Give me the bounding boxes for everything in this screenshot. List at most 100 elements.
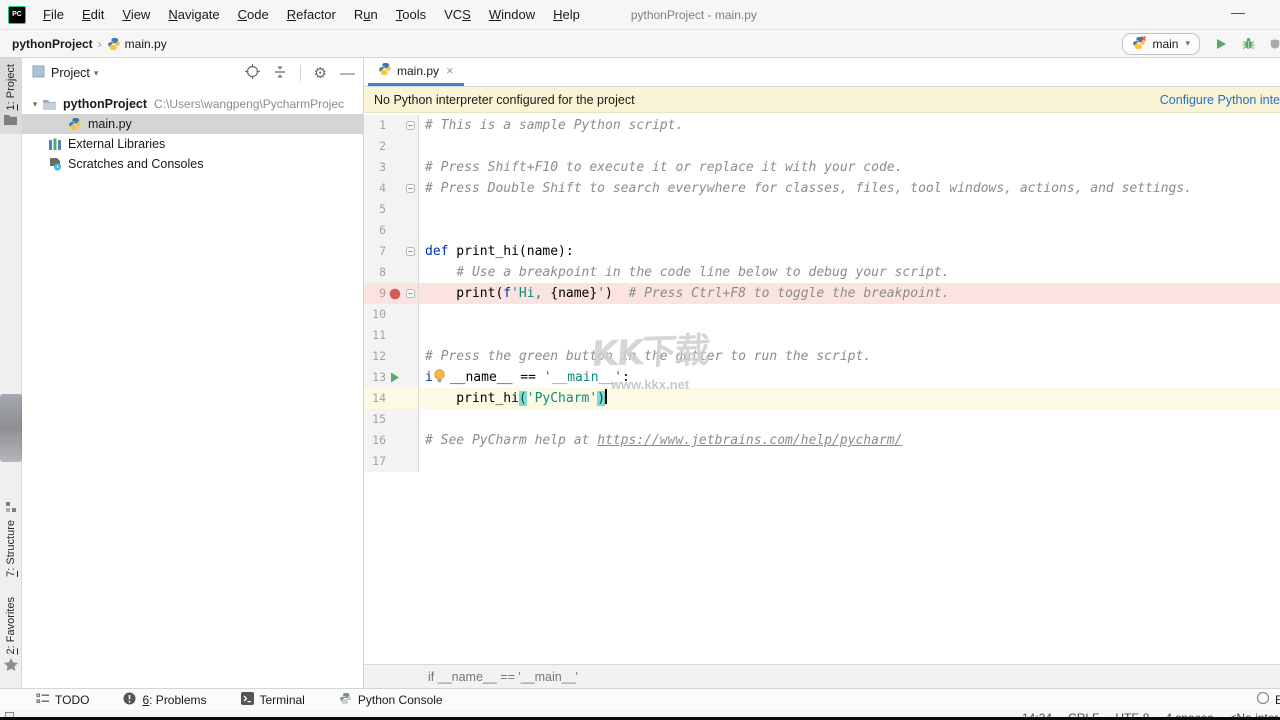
code-text[interactable] (419, 136, 425, 157)
menu-item-file[interactable]: File (34, 7, 73, 22)
code-line-8[interactable]: 8 # Use a breakpoint in the code line be… (364, 262, 1280, 283)
fold-marker-icon[interactable] (403, 289, 417, 298)
tool-window-button-terminal[interactable]: Terminal (241, 692, 305, 708)
menu-item-window[interactable]: Window (480, 7, 544, 22)
stripe-button-structure[interactable]: 7: Structure (0, 495, 21, 583)
stripe-button-project[interactable]: 1: Project (0, 58, 21, 134)
settings-gear-icon[interactable]: ⚙ (314, 66, 327, 81)
code-text[interactable]: # See PyCharm help at https://www.jetbra… (419, 430, 902, 451)
status-item[interactable]: <No inter (1229, 711, 1278, 717)
run-configuration-select[interactable]: main ▾ (1122, 33, 1200, 55)
code-text[interactable] (419, 409, 425, 430)
close-icon[interactable]: × (446, 63, 454, 78)
menu-item-tools[interactable]: Tools (387, 7, 435, 22)
code-line-4[interactable]: 4# Press Double Shift to search everywhe… (364, 178, 1280, 199)
breadcrumb-separator-icon: › (98, 37, 102, 51)
tool-window-button-python-console[interactable]: Python Console (339, 692, 443, 708)
breakpoint-icon[interactable] (386, 288, 403, 300)
breadcrumb-file[interactable]: main.py (125, 37, 167, 51)
code-text[interactable] (419, 325, 425, 346)
line-number: 3 (364, 157, 386, 178)
gutter: 10 (364, 304, 419, 325)
code-line-3[interactable]: 3 # Press Shift+F10 to execute it or repl… (364, 157, 1280, 178)
pycharm-logo-icon: PC (8, 6, 26, 24)
menu-item-run[interactable]: Run (345, 7, 387, 22)
project-panel-title[interactable]: Project (51, 66, 90, 80)
code-line-10[interactable]: 10 (364, 304, 1280, 325)
chevron-down-icon[interactable]: ▾ (94, 68, 99, 79)
tree-item-scratches-and-consoles[interactable]: Scratches and Consoles (22, 154, 363, 174)
coverage-button[interactable] (1270, 37, 1280, 51)
menu-item-code[interactable]: Code (229, 7, 278, 22)
status-item[interactable]: CRLF (1068, 711, 1099, 717)
code-text[interactable]: # This is a sample Python script. (419, 115, 683, 136)
gutter: 16 (364, 430, 419, 451)
code-line-12[interactable]: 12# Press the green button in the gutter… (364, 346, 1280, 367)
editor-breadcrumb-text[interactable]: if __name__ == '__main__' (428, 670, 578, 684)
menu-item-refactor[interactable]: Refactor (278, 7, 345, 22)
code-text[interactable]: # Press Double Shift to search everywher… (419, 178, 1192, 199)
event-log-button[interactable]: Ev (1256, 691, 1280, 708)
code-text[interactable] (419, 220, 425, 241)
menu-item-help[interactable]: Help (544, 7, 589, 22)
code-text[interactable]: def print_hi(name): (419, 241, 574, 262)
menu-item-edit[interactable]: Edit (73, 7, 113, 22)
code-text[interactable] (419, 199, 425, 220)
stripe-button-favorites[interactable]: 2: Favorites (0, 591, 21, 680)
fold-marker-icon[interactable] (403, 247, 417, 256)
chevron-down-icon[interactable]: ▾ (28, 99, 42, 110)
tool-window-button-6-problems[interactable]: 6: Problems (123, 692, 206, 708)
configure-interpreter-link[interactable]: Configure Python inte (1160, 93, 1280, 107)
tree-item-path: C:\Users\wangpeng\PycharmProjec (154, 97, 344, 111)
code-editor[interactable]: 1# This is a sample Python script.23 # Pr… (364, 113, 1280, 664)
menu-item-view[interactable]: View (113, 7, 159, 22)
hide-panel-icon[interactable]: — (340, 66, 355, 81)
collapse-all-icon[interactable] (273, 65, 287, 82)
code-text[interactable]: # Press Shift+F10 to execute it or repla… (419, 157, 902, 178)
fold-marker-icon[interactable] (403, 121, 417, 130)
tab-main-py[interactable]: main.py × (368, 58, 464, 86)
code-text[interactable] (419, 304, 425, 325)
intention-bulb-icon[interactable] (433, 369, 448, 390)
code-line-9[interactable]: 9 print(f'Hi, {name}') # Press Ctrl+F8 t… (364, 283, 1280, 304)
status-item[interactable]: 4 spaces (1165, 711, 1213, 717)
editor-breadcrumb-bar[interactable]: if __name__ == '__main__' (364, 664, 1280, 688)
tool-window-switcher-icon[interactable] (5, 712, 14, 717)
code-line-6[interactable]: 6 (364, 220, 1280, 241)
code-text[interactable]: print(f'Hi, {name}') # Press Ctrl+F8 to … (419, 283, 949, 304)
code-line-5[interactable]: 5 (364, 199, 1280, 220)
code-text[interactable]: # Use a breakpoint in the code line belo… (419, 262, 949, 283)
debug-button[interactable] (1242, 37, 1255, 50)
code-line-2[interactable]: 2 (364, 136, 1280, 157)
menu-item-navigate[interactable]: Navigate (159, 7, 228, 22)
tree-item-main-py[interactable]: main.py (22, 114, 363, 134)
project-tool-icon (32, 65, 45, 81)
run-line-icon[interactable] (386, 372, 403, 383)
code-line-13[interactable]: 13i__name__ == '__main__': (364, 367, 1280, 388)
code-line-15[interactable]: 15 (364, 409, 1280, 430)
status-item[interactable]: UTF-8 (1115, 711, 1149, 717)
code-text[interactable]: i__name__ == '__main__': (419, 367, 630, 388)
minimize-button[interactable]: — (1231, 4, 1245, 20)
code-line-1[interactable]: 1# This is a sample Python script. (364, 115, 1280, 136)
run-button[interactable] (1215, 38, 1227, 50)
code-line-11[interactable]: 11 (364, 325, 1280, 346)
code-text[interactable]: print_hi('PyCharm') (419, 388, 607, 409)
tool-window-button-label: 6: Problems (142, 693, 206, 707)
locate-icon[interactable] (245, 64, 260, 82)
gutter: 4 (364, 178, 419, 199)
tree-item-external-libraries[interactable]: External Libraries (22, 134, 363, 154)
tree-item-pythonproject[interactable]: ▾pythonProjectC:\Users\wangpeng\PycharmP… (22, 94, 363, 114)
status-item[interactable]: 14:24 (1022, 711, 1052, 717)
code-line-17[interactable]: 17 (364, 451, 1280, 472)
code-text[interactable]: # Press the green button in the gutter t… (419, 346, 871, 367)
menu-item-vcs[interactable]: VCS (435, 7, 480, 22)
tool-window-button-todo[interactable]: TODO (36, 692, 89, 708)
code-line-7[interactable]: 7def print_hi(name): (364, 241, 1280, 262)
code-line-14[interactable]: 14 print_hi('PyCharm') (364, 388, 1280, 409)
code-line-16[interactable]: 16# See PyCharm help at https://www.jetb… (364, 430, 1280, 451)
fold-marker-icon[interactable] (403, 184, 417, 193)
code-text[interactable] (419, 451, 425, 472)
line-number: 11 (364, 325, 386, 346)
breadcrumb-project[interactable]: pythonProject (12, 37, 93, 51)
